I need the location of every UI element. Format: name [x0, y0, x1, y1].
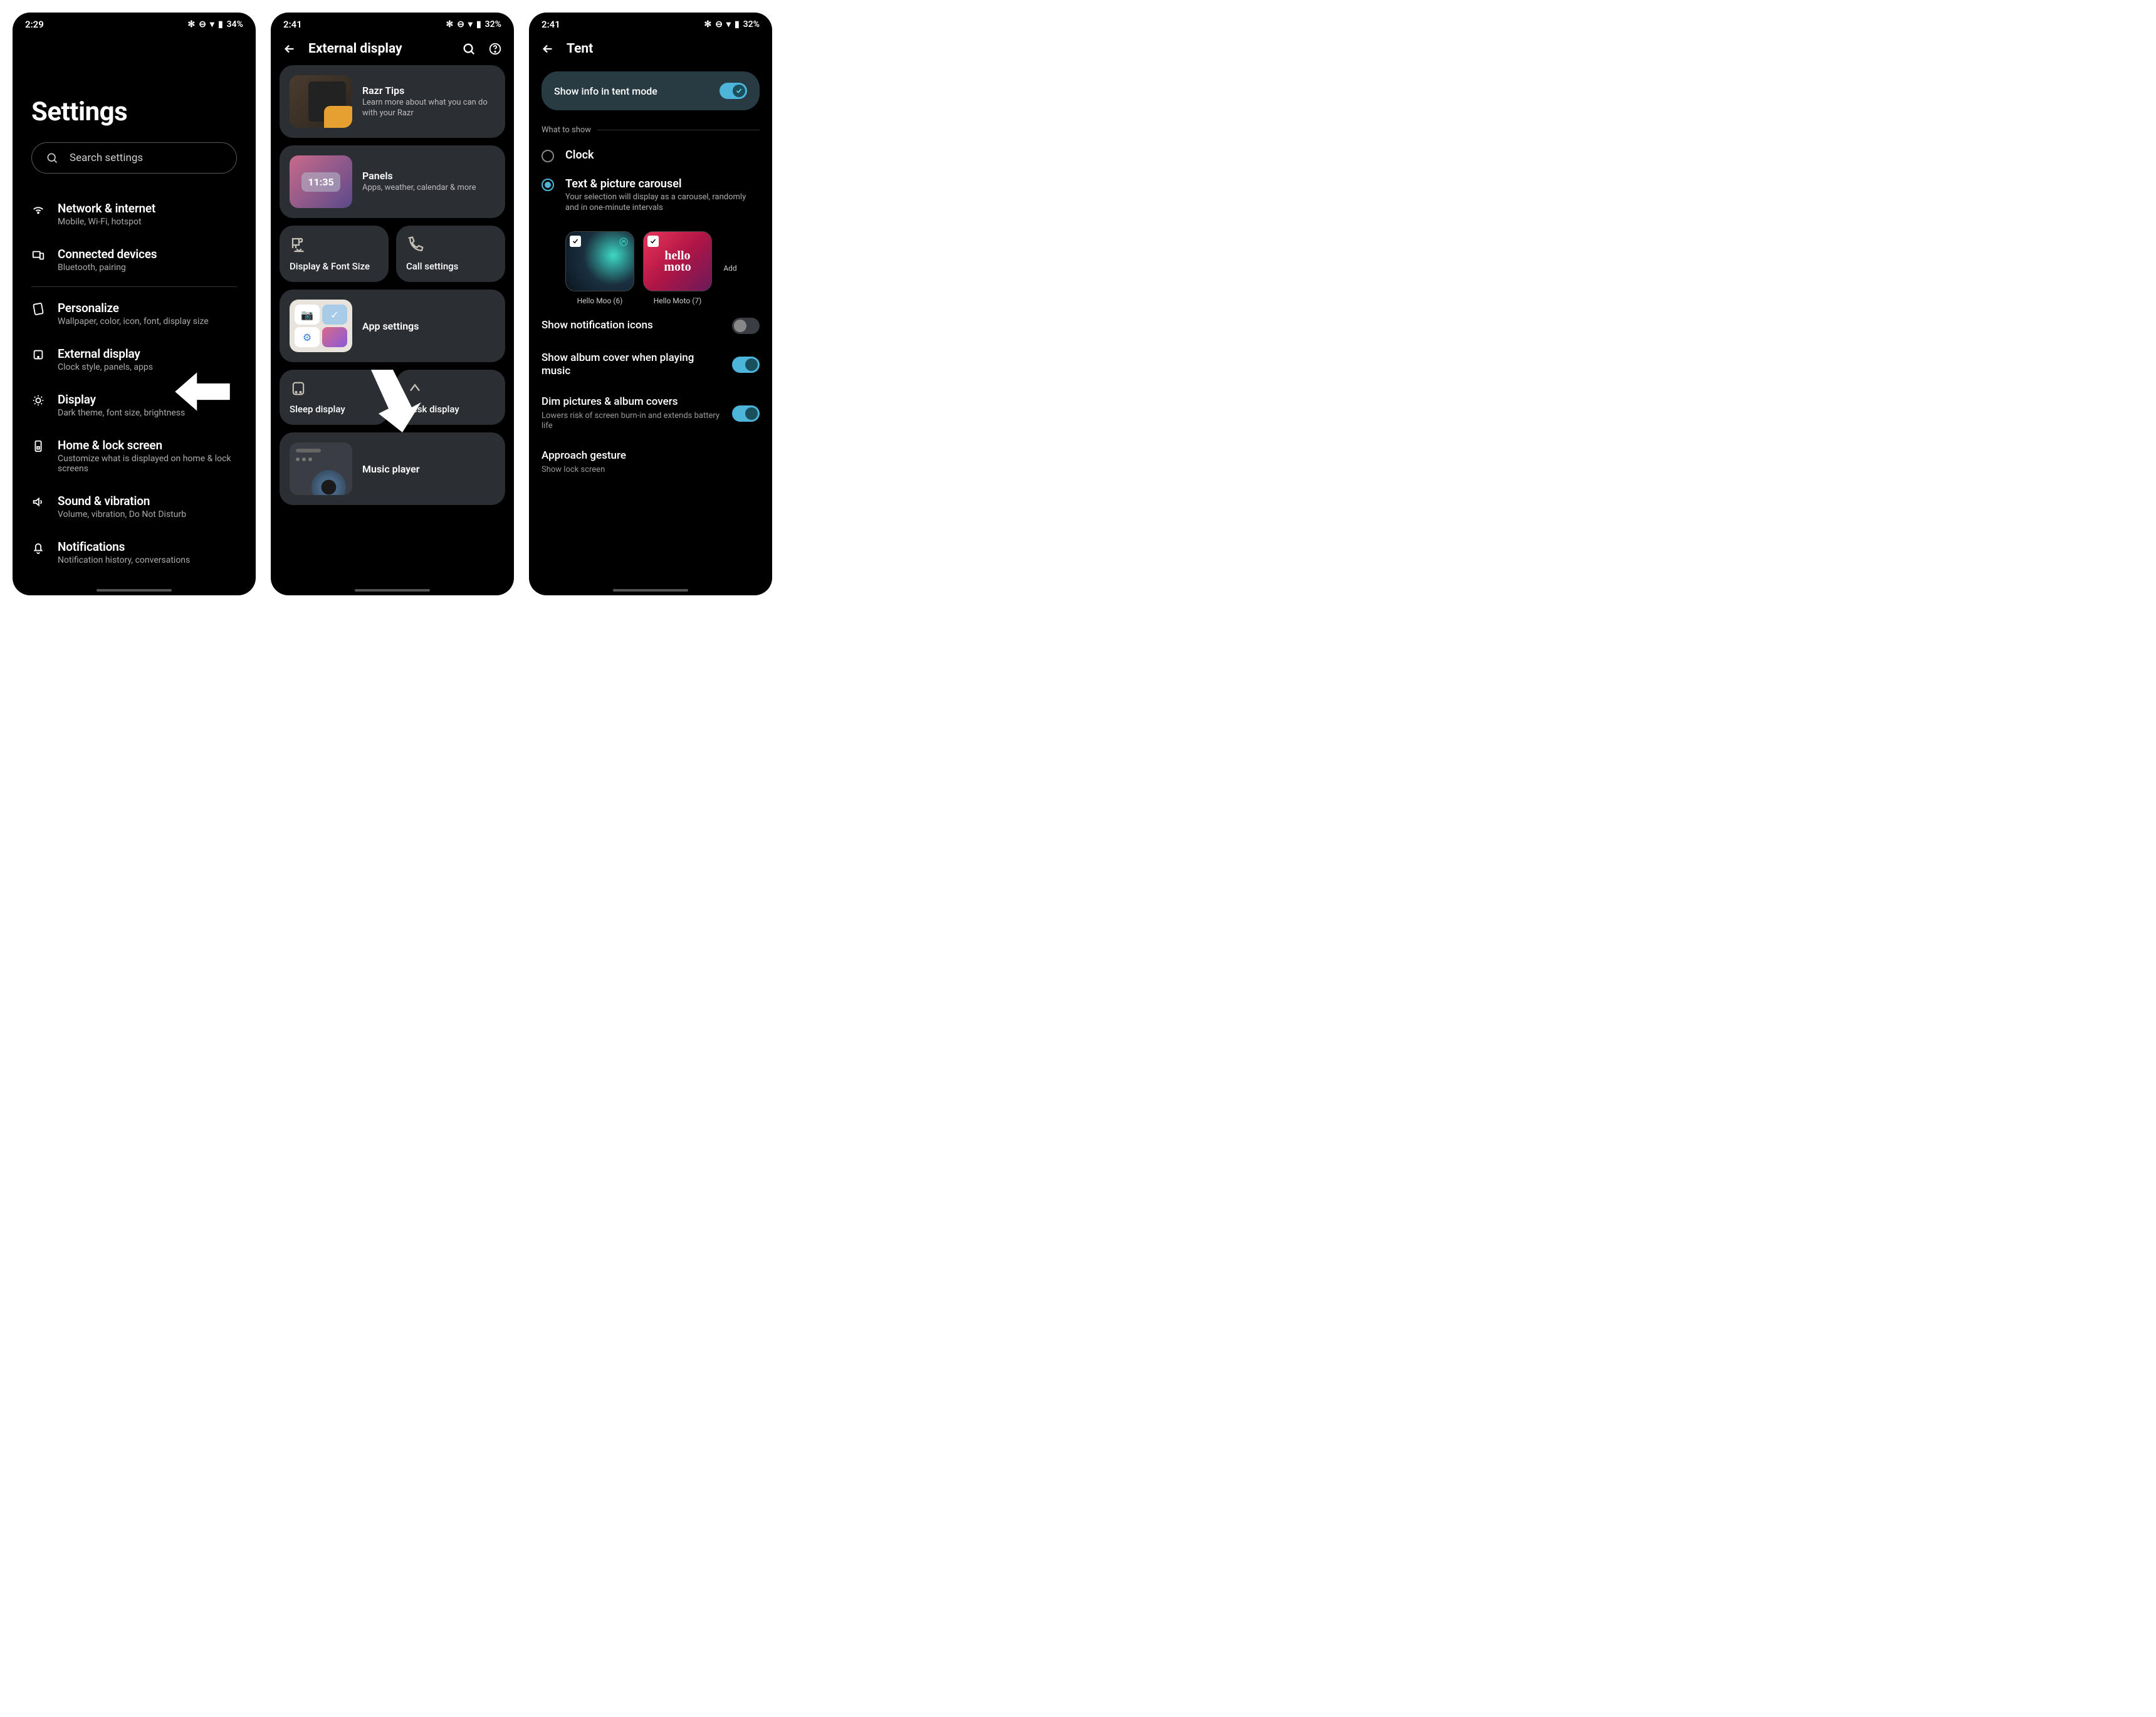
status-icons: ✻ ⊖ ▾ ▮ 32% [446, 19, 501, 29]
screen-tent: 2:41 ✻ ⊖ ▾ ▮ 32% Tent Show info in tent … [529, 13, 772, 595]
music-player-thumb [290, 442, 352, 495]
settings-item-connected[interactable]: Connected devicesBluetooth, pairing [31, 237, 237, 283]
personalize-icon [31, 302, 45, 316]
help-button[interactable] [488, 41, 503, 56]
clock: 2:41 [542, 19, 560, 30]
setting-approach-gesture[interactable]: Approach gestureShow lock screen [542, 441, 760, 484]
setting-dim-pictures[interactable]: Dim pictures & album coversLowers risk o… [542, 387, 760, 441]
dnd-icon: ⊖ [457, 19, 464, 29]
annotation-arrow-icon [358, 370, 421, 432]
card-call-settings[interactable]: Call settings [396, 226, 505, 282]
status-bar: 2:41 ✻ ⊖ ▾ ▮ 32% [271, 13, 514, 34]
status-icons: ✻ ⊖ ▾ ▮ 32% [704, 19, 760, 29]
clock: 2:41 [283, 19, 302, 30]
card-panels[interactable]: 11:35 PanelsApps, weather, calendar & mo… [280, 145, 505, 218]
wifi-icon: ▾ [726, 19, 731, 29]
dnd-icon: ⊖ [715, 19, 723, 29]
wifi-icon: ▾ [468, 19, 473, 29]
clock: 2:29 [25, 19, 44, 30]
back-button[interactable] [540, 41, 555, 56]
status-bar: 2:41 ✻ ⊖ ▾ ▮ 32% [529, 13, 772, 34]
battery-pct: 32% [485, 19, 501, 29]
battery-icon: ▮ [218, 19, 223, 29]
setting-notification-icons[interactable]: Show notification icons [542, 309, 760, 343]
nav-bar[interactable] [613, 589, 688, 592]
back-button[interactable] [282, 41, 297, 56]
toggle[interactable] [732, 318, 760, 334]
card-app-settings[interactable]: 📷 ✓ ⚙ App settings [280, 290, 505, 362]
settings-item-notifications[interactable]: NotificationsNotification history, conve… [31, 530, 237, 575]
search-icon [46, 152, 58, 164]
search-button[interactable] [461, 41, 476, 56]
home-lock-icon [31, 439, 45, 453]
toggle[interactable] [732, 357, 760, 373]
toggle[interactable] [732, 405, 760, 422]
tent-mode-label: Show info in tent mode [554, 85, 657, 97]
settings-item-sound[interactable]: Sound & vibrationVolume, vibration, Do N… [31, 484, 237, 530]
tent-mode-toggle[interactable] [720, 83, 747, 99]
font-size-icon [290, 236, 308, 254]
check-icon [570, 236, 581, 247]
section-label: What to show [542, 125, 591, 135]
battery-icon: ▮ [735, 19, 740, 29]
nav-bar[interactable] [355, 589, 430, 592]
radio-icon [542, 150, 554, 162]
app-settings-thumb: 📷 ✓ ⚙ [290, 300, 352, 352]
screen-settings: 2:29 ✻ ⊖ ▾ ▮ 34% Settings Search setting… [13, 13, 256, 595]
radio-icon [542, 179, 554, 191]
radio-carousel[interactable]: Text & picture carouselYour selection wi… [542, 170, 760, 221]
battery-pct: 34% [227, 19, 243, 29]
card-razr-tips[interactable]: Razr TipsLearn more about what you can d… [280, 65, 505, 138]
status-bar: 2:29 ✻ ⊖ ▾ ▮ 34% [13, 13, 256, 34]
page-title: Settings [31, 97, 237, 127]
dnd-icon: ⊖ [199, 19, 206, 29]
devices-icon [31, 248, 45, 262]
status-icons: ✻ ⊖ ▾ ▮ 34% [187, 19, 243, 29]
volume-icon [31, 495, 45, 509]
page-title: External display [308, 41, 450, 56]
search-input[interactable]: Search settings [31, 142, 237, 174]
panels-thumb: 11:35 [290, 155, 352, 208]
card-display-font[interactable]: Display & Font Size [280, 226, 389, 282]
battery-pct: 32% [743, 19, 760, 29]
screen-external-display: 2:41 ✻ ⊖ ▾ ▮ 32% External display Razr T… [271, 13, 514, 595]
external-display-icon [31, 348, 45, 362]
wifi-icon: ▾ [210, 19, 214, 29]
tent-mode-toggle-row[interactable]: Show info in tent mode [542, 71, 760, 110]
settings-item-home-lock[interactable]: Home & lock screenCustomize what is disp… [31, 428, 237, 484]
carousel-thumbs: Hello Moo (6) hellomoto Hello Moto (7) A… [542, 221, 760, 309]
search-placeholder: Search settings [70, 152, 143, 164]
carousel-thumb-2[interactable]: hellomoto Hello Moto (7) [643, 231, 712, 305]
page-title: Tent [567, 41, 761, 56]
razr-tips-thumb [290, 75, 352, 128]
sleep-display-icon [290, 380, 307, 397]
moto-logo-icon [619, 237, 629, 247]
bluetooth-icon: ✻ [704, 19, 711, 29]
divider [31, 286, 237, 287]
wifi-icon [31, 202, 45, 216]
annotation-arrow-icon [174, 370, 231, 414]
carousel-thumb-1[interactable]: Hello Moo (6) [565, 231, 634, 305]
carousel-add-more[interactable]: Add [721, 231, 740, 305]
radio-clock[interactable]: Clock [542, 141, 760, 170]
settings-item-personalize[interactable]: PersonalizeWallpaper, color, icon, font,… [31, 291, 237, 337]
phone-icon [406, 236, 425, 254]
app-bar: Tent [529, 34, 772, 65]
nav-bar[interactable] [97, 589, 172, 592]
settings-item-network[interactable]: Network & internetMobile, Wi-Fi, hotspot [31, 191, 237, 237]
bell-icon [31, 541, 45, 555]
brightness-icon [31, 394, 45, 407]
bluetooth-icon: ✻ [187, 19, 195, 29]
setting-album-cover[interactable]: Show album cover when playing music [542, 343, 760, 387]
card-music-player[interactable]: Music player [280, 432, 505, 505]
battery-icon: ▮ [476, 19, 481, 29]
app-bar: External display [271, 34, 514, 65]
bluetooth-icon: ✻ [446, 19, 453, 29]
